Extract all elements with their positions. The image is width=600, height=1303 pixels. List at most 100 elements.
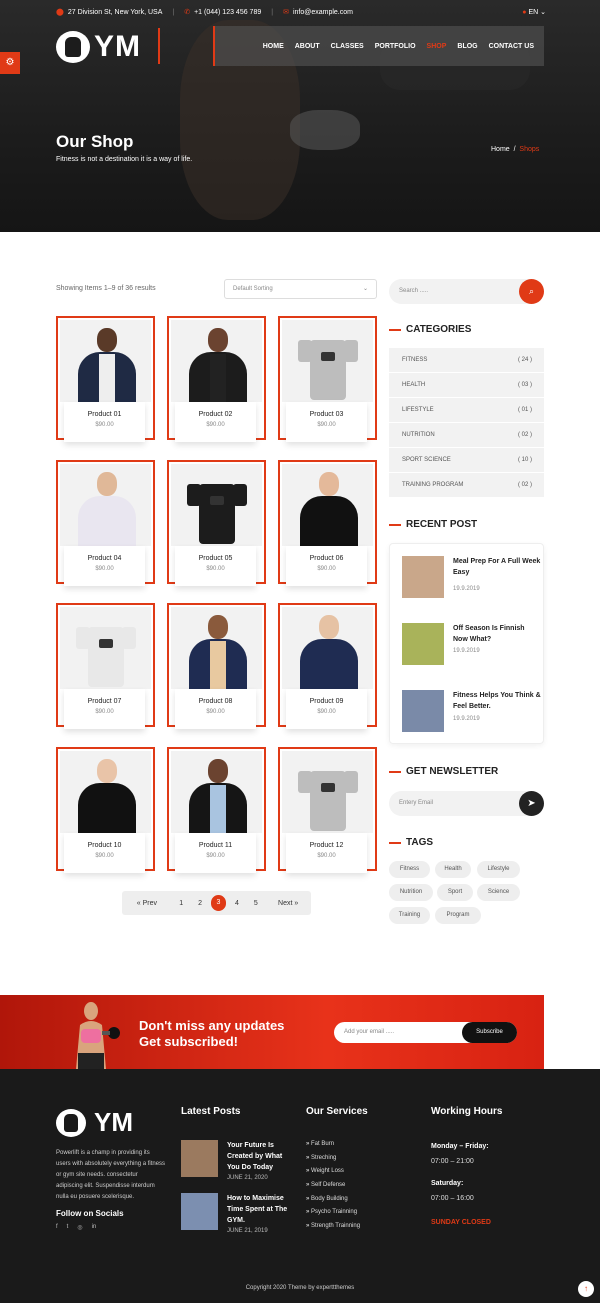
recent-post-heading: RECENT POST bbox=[389, 519, 477, 530]
language-selector[interactable]: ● EN ⌄ bbox=[522, 8, 546, 16]
product-price: $90.00 bbox=[317, 566, 336, 572]
product-price: $90.00 bbox=[317, 422, 336, 428]
product-card[interactable]: Product 09 $90.00 bbox=[278, 603, 377, 729]
product-name[interactable]: Product 03 bbox=[286, 411, 367, 418]
product-card[interactable]: Product 04 $90.00 bbox=[56, 460, 155, 586]
nav-classes[interactable]: CLASSES bbox=[331, 43, 364, 50]
product-name[interactable]: Product 08 bbox=[175, 698, 256, 705]
nav-about[interactable]: ABOUT bbox=[295, 43, 320, 50]
twitter-icon[interactable]: t bbox=[67, 1224, 69, 1231]
service-link[interactable]: Self Defense bbox=[306, 1182, 360, 1196]
category-item[interactable]: HEALTH( 03 ) bbox=[389, 373, 544, 398]
product-name[interactable]: Product 12 bbox=[286, 842, 367, 849]
next-page-button[interactable]: Next » bbox=[265, 900, 311, 907]
service-link[interactable]: Body Building bbox=[306, 1196, 360, 1210]
main-navigation: HOME ABOUT CLASSES PORTFOLIO SHOP BLOG CONTACT… bbox=[213, 26, 544, 66]
product-name[interactable]: Product 01 bbox=[64, 411, 145, 418]
nav-shop[interactable]: SHOP bbox=[427, 43, 447, 50]
page-2-button[interactable]: 2 bbox=[191, 900, 210, 907]
nav-blog[interactable]: BLOG bbox=[457, 43, 477, 50]
top-info-bar: ⬤ 27 Division St, New York, USA | ✆ +1 (04… bbox=[56, 8, 546, 17]
recent-post-item[interactable]: Off Season Is Finnish Now What? 19.9.201… bbox=[402, 623, 542, 667]
working-hours-heading: Working Hours bbox=[431, 1106, 503, 1117]
product-info: Product 10 $90.00 bbox=[64, 833, 145, 873]
product-image bbox=[171, 320, 262, 402]
product-info: Product 02 $90.00 bbox=[175, 402, 256, 442]
product-card[interactable]: Product 02 $90.00 bbox=[167, 316, 266, 442]
product-image bbox=[282, 464, 373, 546]
product-name[interactable]: Product 02 bbox=[175, 411, 256, 418]
page-3-button[interactable]: 3 bbox=[210, 895, 227, 911]
nav-home[interactable]: HOME bbox=[263, 43, 284, 50]
product-card[interactable]: Product 12 $90.00 bbox=[278, 747, 377, 873]
hero-shorts-shape bbox=[290, 110, 360, 150]
prev-page-button[interactable]: « Prev bbox=[122, 900, 172, 907]
page-4-button[interactable]: 4 bbox=[227, 900, 246, 907]
tag-lifestyle[interactable]: Lifestyle bbox=[477, 861, 520, 878]
weekday-hours: 07:00 – 21:00 bbox=[431, 1158, 474, 1165]
breadcrumb-home[interactable]: Home bbox=[491, 146, 510, 153]
instagram-icon[interactable]: ◎ bbox=[77, 1224, 82, 1231]
service-link[interactable]: Weight Loss bbox=[306, 1168, 360, 1182]
tag-program[interactable]: Program bbox=[435, 907, 481, 924]
tag-training[interactable]: Training bbox=[389, 907, 430, 924]
breadcrumb-current: Shops bbox=[519, 146, 540, 153]
sort-select[interactable]: Default Sorting ⌄ bbox=[224, 279, 377, 299]
nav-portfolio[interactable]: PORTFOLIO bbox=[375, 43, 416, 50]
tag-health[interactable]: Health bbox=[435, 861, 471, 878]
tag-fitness[interactable]: Fitness bbox=[389, 861, 430, 878]
product-price: $90.00 bbox=[206, 422, 225, 428]
product-price: $90.00 bbox=[95, 853, 114, 859]
product-name[interactable]: Product 11 bbox=[175, 842, 256, 849]
product-name[interactable]: Product 04 bbox=[64, 555, 145, 562]
recent-post-item[interactable]: Fitness Helps You Think & Feel Better. 1… bbox=[402, 690, 542, 734]
product-card[interactable]: Product 07 $90.00 bbox=[56, 603, 155, 729]
category-item[interactable]: TRAINING PROGRAM( 02 ) bbox=[389, 473, 544, 498]
product-info: Product 06 $90.00 bbox=[286, 546, 367, 586]
footer-logo[interactable]: YM bbox=[56, 1107, 133, 1138]
phone-icon: ✆ bbox=[184, 9, 191, 16]
product-name[interactable]: Product 07 bbox=[64, 698, 145, 705]
facebook-icon[interactable]: f bbox=[56, 1224, 58, 1231]
category-item[interactable]: SPORT SCIENCE( 10 ) bbox=[389, 448, 544, 473]
nav-contact-us[interactable]: CONTACT US bbox=[489, 43, 534, 50]
page-1-button[interactable]: 1 bbox=[172, 900, 191, 907]
tag-nutrition[interactable]: Nutrition bbox=[389, 884, 433, 901]
product-card[interactable]: Product 08 $90.00 bbox=[167, 603, 266, 729]
social-links: f t ◎ in bbox=[56, 1224, 105, 1231]
page-5-button[interactable]: 5 bbox=[246, 900, 265, 907]
product-card[interactable]: Product 06 $90.00 bbox=[278, 460, 377, 586]
product-card[interactable]: Product 03 $90.00 bbox=[278, 316, 377, 442]
site-logo[interactable]: YM bbox=[56, 30, 141, 64]
product-name[interactable]: Product 09 bbox=[286, 698, 367, 705]
product-card[interactable]: Product 10 $90.00 bbox=[56, 747, 155, 873]
email-info[interactable]: ✉ info@example.com bbox=[283, 8, 353, 17]
footer-post-item[interactable]: Your Future Is Created by What You Do To… bbox=[181, 1140, 291, 1181]
product-card[interactable]: Product 11 $90.00 bbox=[167, 747, 266, 873]
product-info: Product 08 $90.00 bbox=[175, 689, 256, 729]
settings-gear-icon[interactable]: ⚙ bbox=[0, 52, 20, 74]
product-card[interactable]: Product 05 $90.00 bbox=[167, 460, 266, 586]
service-link[interactable]: Fat Burn bbox=[306, 1141, 360, 1155]
category-item[interactable]: LIFESTYLE( 01 ) bbox=[389, 398, 544, 423]
arrow-up-icon[interactable]: ↑ bbox=[578, 1281, 594, 1297]
product-name[interactable]: Product 05 bbox=[175, 555, 256, 562]
phone-info[interactable]: ✆ +1 (044) 123 456 789 bbox=[184, 8, 261, 17]
category-item[interactable]: NUTRITION( 02 ) bbox=[389, 423, 544, 448]
footer-post-item[interactable]: How to Maximise Time Spent at The GYM. J… bbox=[181, 1193, 291, 1234]
tag-sport[interactable]: Sport bbox=[437, 884, 473, 901]
product-image bbox=[282, 607, 373, 689]
service-link[interactable]: Strength Trainning bbox=[306, 1223, 360, 1237]
send-icon[interactable]: ➤ bbox=[519, 791, 544, 816]
product-card[interactable]: Product 01 $90.00 bbox=[56, 316, 155, 442]
linkedin-icon[interactable]: in bbox=[92, 1224, 97, 1231]
service-link[interactable]: Psycho Trainning bbox=[306, 1209, 360, 1223]
subscribe-button[interactable]: Subscribe bbox=[462, 1022, 517, 1043]
service-link[interactable]: Streching bbox=[306, 1155, 360, 1169]
product-name[interactable]: Product 06 bbox=[286, 555, 367, 562]
recent-post-item[interactable]: Meal Prep For A Full Week Easy 19.9.2019 bbox=[402, 556, 542, 600]
search-icon[interactable]: ⌕ bbox=[519, 279, 544, 304]
product-name[interactable]: Product 10 bbox=[64, 842, 145, 849]
tag-science[interactable]: Science bbox=[477, 884, 520, 901]
category-item[interactable]: FITNESS( 24 ) bbox=[389, 348, 544, 373]
